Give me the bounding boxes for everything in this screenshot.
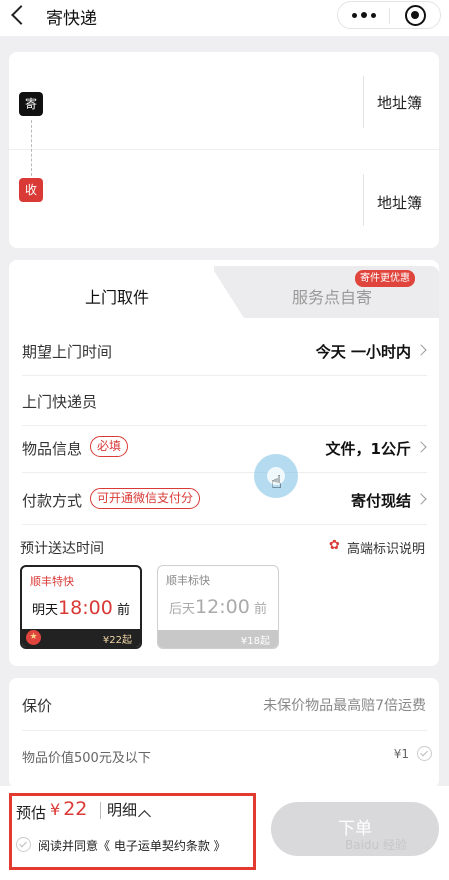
address-divider <box>363 174 364 226</box>
eta-option-time: 后天12:00 前 <box>169 596 267 618</box>
chevron-right-icon <box>415 493 427 505</box>
service-card: 上门取件 服务点自寄 寄件更优惠 期望上门时间 今天 一小时内 上门快递员 物品… <box>9 260 439 666</box>
chevron-right-icon <box>415 344 427 356</box>
tab-service-point-label[interactable]: 服务点自寄 <box>292 284 372 308</box>
capsule-divider <box>389 8 390 24</box>
premium-star-icon: ★ <box>26 630 41 645</box>
address-card: 寄 地址簿 收 地址簿 <box>9 52 439 248</box>
mini-program-capsule <box>337 1 441 29</box>
insurance-card: 保价 未保价物品最高赔7倍运费 物品价值500元及以下 ¥1 <box>9 678 439 788</box>
required-tag: 必填 <box>90 436 129 457</box>
eta-option-footer: ★ ¥22起 <box>22 629 140 647</box>
address-divider <box>363 76 364 128</box>
target-icon[interactable] <box>405 5 426 26</box>
sender-badge: 寄 <box>19 92 43 116</box>
eta-title: 预计送达时间 <box>20 541 104 557</box>
estimate-price: ¥22 <box>50 798 88 820</box>
receiver-address-row[interactable]: 收 地址簿 <box>9 150 439 248</box>
item-info-label: 物品信息 <box>22 440 83 458</box>
item-info-value: 文件，1公斤 <box>325 440 411 458</box>
watermark: Baidu 经验 <box>345 838 407 852</box>
estimate-label: 预估 <box>16 804 47 822</box>
eta-option-time: 明天18:00 前 <box>32 597 130 619</box>
agreement-text[interactable]: 阅读并同意《 电子运单契约条款 》 <box>38 837 226 854</box>
page-title: 寄快递 <box>46 9 97 29</box>
eta-option-name: 顺丰特快 <box>30 575 74 588</box>
premium-legend-link[interactable]: 高端标识说明 <box>330 538 425 557</box>
eta-option-standard[interactable]: 顺丰标快 后天12:00 前 ¥18起 <box>157 565 279 649</box>
insurance-option-label: 物品价值500元及以下 <box>22 751 151 766</box>
receiver-address-book-button[interactable]: 地址簿 <box>377 192 422 213</box>
payment-value: 寄付现结 <box>350 492 411 510</box>
eta-option-footer: ¥18起 <box>158 630 278 648</box>
insurance-note: 未保价物品最高赔7倍运费 <box>263 698 426 714</box>
pickup-time-value: 今天 一小时内 <box>315 343 411 361</box>
price-detail-button[interactable]: 明细 <box>100 802 137 819</box>
more-dots-icon[interactable] <box>352 12 376 20</box>
eta-option-express[interactable]: 顺丰特快 明天18:00 前 ★ ¥22起 <box>20 565 142 649</box>
divider <box>22 730 427 731</box>
top-bar: 寄快递 <box>0 0 449 36</box>
service-tabs: 上门取件 服务点自寄 寄件更优惠 <box>9 260 439 318</box>
courier-label: 上门快递员 <box>22 393 98 411</box>
hand-pointer-icon: ☝ <box>271 472 282 493</box>
eta-option-name: 顺丰标快 <box>166 574 210 587</box>
wechat-pay-score-tag[interactable]: 可开通微信支付分 <box>90 488 201 509</box>
bottom-bar: 预估 ¥22 明细 阅读并同意《 电子运单契约条款 》 下单 Baidu 经验 <box>0 786 449 880</box>
payment-row[interactable]: 付款方式 可开通微信支付分 寄付现结 <box>22 473 427 525</box>
pickup-time-label: 期望上门时间 <box>22 343 113 361</box>
chevron-right-icon <box>415 441 427 453</box>
back-icon[interactable] <box>11 5 31 25</box>
insurance-option-price: ¥1 <box>393 747 409 761</box>
tab-door-pickup-label[interactable]: 上门取件 <box>85 284 149 308</box>
insurance-title: 保价 <box>22 697 53 715</box>
promo-badge: 寄件更优惠 <box>355 270 415 287</box>
sender-address-row[interactable]: 寄 地址簿 <box>9 52 439 150</box>
agreement-checkbox[interactable] <box>16 837 31 852</box>
item-info-row[interactable]: 物品信息 必填 文件，1公斤 <box>22 421 427 473</box>
pickup-time-row[interactable]: 期望上门时间 今天 一小时内 <box>22 324 427 376</box>
sender-address-book-button[interactable]: 地址簿 <box>377 92 422 113</box>
insurance-check-icon[interactable] <box>417 746 432 761</box>
payment-label: 付款方式 <box>22 492 83 510</box>
receiver-badge: 收 <box>19 178 43 202</box>
eta-option-price: ¥22起 <box>102 635 132 646</box>
courier-row[interactable]: 上门快递员 <box>22 374 427 426</box>
eta-option-price: ¥18起 <box>240 636 270 647</box>
